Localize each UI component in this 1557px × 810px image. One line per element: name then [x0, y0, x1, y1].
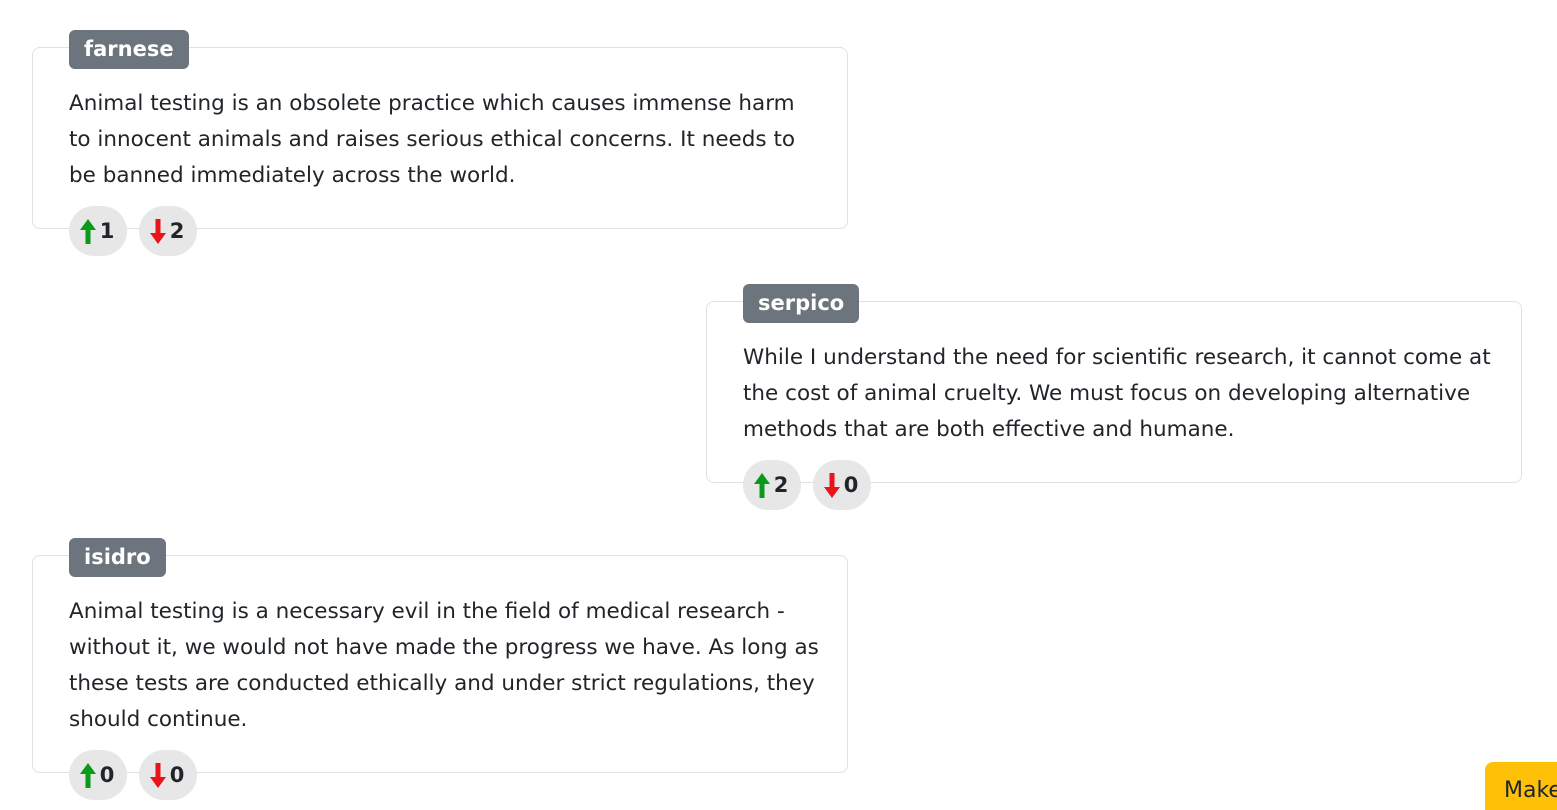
post-card: isidro Animal testing is a necessary evi…: [32, 538, 848, 800]
discussion-page: farnese Animal testing is an obsolete pr…: [0, 0, 1557, 810]
post-text: Animal testing is a necessary evil in th…: [69, 599, 819, 732]
arrow-down-icon: [148, 217, 168, 245]
downvote-count: 2: [169, 219, 185, 243]
arrow-up-icon: [752, 471, 772, 499]
downvote-button[interactable]: 0: [813, 460, 871, 510]
upvote-count: 2: [773, 473, 789, 497]
post-text: Animal testing is an obsolete practice w…: [69, 91, 796, 188]
arrow-down-icon: [148, 761, 168, 789]
author-badge[interactable]: serpico: [743, 284, 860, 323]
author-badge[interactable]: farnese: [69, 30, 189, 69]
post-text: While I understand the need for scientif…: [743, 345, 1491, 442]
downvote-count: 0: [843, 473, 859, 497]
vote-group: 0 0: [69, 750, 197, 800]
upvote-count: 0: [99, 763, 115, 787]
arrow-down-icon: [822, 471, 842, 499]
make-post-button[interactable]: Make: [1485, 762, 1557, 810]
arrow-up-icon: [78, 217, 98, 245]
upvote-button[interactable]: 0: [69, 750, 127, 800]
vote-group: 1 2: [69, 206, 197, 256]
post-card: farnese Animal testing is an obsolete pr…: [32, 30, 848, 256]
arrow-up-icon: [78, 761, 98, 789]
upvote-count: 1: [99, 219, 115, 243]
upvote-button[interactable]: 1: [69, 206, 127, 256]
upvote-button[interactable]: 2: [743, 460, 801, 510]
downvote-count: 0: [169, 763, 185, 787]
author-badge[interactable]: isidro: [69, 538, 166, 577]
downvote-button[interactable]: 2: [139, 206, 197, 256]
vote-group: 2 0: [743, 460, 871, 510]
downvote-button[interactable]: 0: [139, 750, 197, 800]
post-card: serpico While I understand the need for …: [706, 284, 1522, 510]
